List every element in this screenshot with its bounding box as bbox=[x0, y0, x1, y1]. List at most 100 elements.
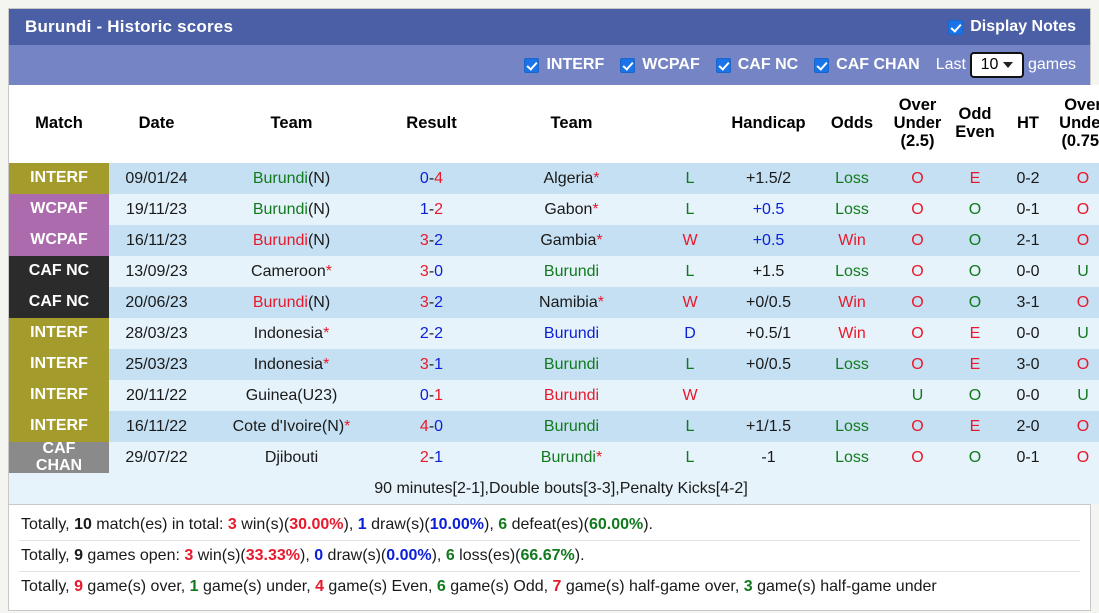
cell-home-team[interactable]: Cameroon* bbox=[204, 256, 379, 287]
cell-odd-even: E bbox=[947, 163, 1003, 194]
cell-home-team[interactable]: Burundi(N) bbox=[204, 194, 379, 225]
cell-home-team[interactable]: Guinea(U23) bbox=[204, 380, 379, 411]
competition-badge: CAF NC bbox=[9, 287, 109, 318]
label-draws: draw(s)( bbox=[323, 547, 387, 564]
filter-caf-chan[interactable]: CAF CHAN bbox=[814, 56, 920, 74]
cell-over-under-25: O bbox=[888, 194, 947, 225]
table-row[interactable]: INTERF 25/03/23 Indonesia* 3-1 Burundi L +0/0.… bbox=[9, 349, 1099, 380]
cell-score: 4-0 bbox=[379, 411, 484, 442]
cell-odd-even: O bbox=[947, 194, 1003, 225]
table-row[interactable]: WCPAF 19/11/23 Burundi(N) 1-2 Gabon* L +0.5 Los… bbox=[9, 194, 1099, 225]
outcome-letter: L bbox=[685, 448, 695, 466]
filter-caf-chan-checkbox[interactable] bbox=[814, 57, 830, 73]
cell-odd-even: O bbox=[947, 442, 1003, 473]
odd-even-value: E bbox=[969, 417, 981, 435]
cell-home-team[interactable]: Burundi(N) bbox=[204, 163, 379, 194]
table-row[interactable]: INTERF 28/03/23 Indonesia* 2-2 Burundi D +0.5/… bbox=[9, 318, 1099, 349]
col-header-match[interactable]: Match bbox=[9, 85, 109, 163]
cell-away-team[interactable]: Burundi* bbox=[484, 442, 659, 473]
cell-home-team[interactable]: Burundi(N) bbox=[204, 287, 379, 318]
col-header-over-under-25[interactable]: Over Under (2.5) bbox=[888, 85, 947, 163]
cell-competition[interactable]: WCPAF bbox=[9, 194, 109, 225]
col-header-team-home[interactable]: Team bbox=[204, 85, 379, 163]
cell-handicap: +0.5 bbox=[721, 194, 816, 225]
col-header-date[interactable]: Date bbox=[109, 85, 204, 163]
score-away: 4 bbox=[434, 169, 444, 187]
cell-away-team[interactable]: Burundi bbox=[484, 256, 659, 287]
cell-away-team[interactable]: Burundi bbox=[484, 411, 659, 442]
table-row[interactable]: CAF NC 20/06/23 Burundi(N) 3-2 Namibia* W +0/0… bbox=[9, 287, 1099, 318]
home-team-star: * bbox=[344, 417, 351, 435]
cell-competition[interactable]: CAF CHAN bbox=[9, 440, 109, 473]
table-row[interactable]: INTERF 20/11/22 Guinea(U23) 0-1 Burundi W U O 0-… bbox=[9, 380, 1099, 411]
score-home: 2 bbox=[419, 448, 429, 466]
cell-competition[interactable]: CAF NC bbox=[9, 287, 109, 318]
cell-competition[interactable]: CAF NC bbox=[9, 256, 109, 287]
away-team-name: Gabon bbox=[544, 200, 593, 218]
home-team-suffix: (N) bbox=[307, 169, 331, 187]
competition-filter-bar: INTERF WCPAF CAF NC CAF CHAN Last 10 gam… bbox=[9, 45, 1090, 85]
label-wins: win(s)( bbox=[193, 547, 246, 564]
display-notes-toggle[interactable]: Display Notes bbox=[948, 18, 1076, 36]
handicap-value: +0.5 bbox=[752, 200, 785, 218]
open-losses-count: 6 bbox=[445, 547, 455, 564]
cell-home-team[interactable]: Cote d'Ivoire(N)* bbox=[204, 411, 379, 442]
cell-away-team[interactable]: Burundi bbox=[484, 380, 659, 411]
outcome-letter: L bbox=[685, 200, 695, 218]
over-under-075-value: U bbox=[1077, 324, 1089, 342]
table-row[interactable]: CAF NC 13/09/23 Cameroon* 3-0 Burundi L +1.5 Lo… bbox=[9, 256, 1099, 287]
cell-away-team[interactable]: Burundi bbox=[484, 318, 659, 349]
over-under-075-value: O bbox=[1076, 200, 1090, 218]
col-header-over-under-075[interactable]: Over Under (0.75) bbox=[1053, 85, 1099, 163]
col-header-odds[interactable]: Odds bbox=[816, 85, 888, 163]
cell-away-team[interactable]: Burundi bbox=[484, 349, 659, 380]
cell-home-team[interactable]: Indonesia* bbox=[204, 349, 379, 380]
table-row[interactable]: WCPAF 16/11/23 Burundi(N) 3-2 Gambia* W +0.5 Wi… bbox=[9, 225, 1099, 256]
filter-caf-nc-checkbox[interactable] bbox=[715, 57, 731, 73]
cell-outcome: L bbox=[659, 194, 721, 225]
filter-wcpaf-checkbox[interactable] bbox=[620, 57, 636, 73]
filter-interf[interactable]: INTERF bbox=[524, 56, 604, 74]
cell-score: 2-2 bbox=[379, 318, 484, 349]
last-games-select[interactable]: 10 bbox=[969, 52, 1024, 78]
cell-competition[interactable]: INTERF bbox=[9, 380, 109, 411]
cell-halftime: 3-0 bbox=[1003, 349, 1053, 380]
handicap-value: -1 bbox=[761, 448, 776, 466]
cell-competition[interactable]: INTERF bbox=[9, 318, 109, 349]
display-notes-checkbox[interactable] bbox=[948, 19, 964, 35]
outcome-letter: L bbox=[685, 417, 695, 435]
oe-line2: Even bbox=[955, 123, 995, 141]
away-team-name: Gambia bbox=[540, 231, 597, 249]
filter-wcpaf[interactable]: WCPAF bbox=[620, 56, 700, 74]
table-row[interactable]: INTERF 16/11/22 Cote d'Ivoire(N)* 4-0 Burund… bbox=[9, 411, 1099, 442]
filter-caf-nc[interactable]: CAF NC bbox=[715, 56, 798, 74]
col-header-team-away[interactable]: Team bbox=[484, 85, 659, 163]
col-header-odd-even[interactable]: Odd Even bbox=[947, 85, 1003, 163]
cell-competition[interactable]: INTERF bbox=[9, 349, 109, 380]
cell-competition[interactable]: INTERF bbox=[9, 163, 109, 194]
cell-home-team[interactable]: Indonesia* bbox=[204, 318, 379, 349]
away-team-name: Burundi bbox=[543, 386, 600, 404]
outcome-letter: D bbox=[684, 324, 696, 342]
table-row[interactable]: INTERF 09/01/24 Burundi(N) 0-4 Algeria* L +1.5… bbox=[9, 163, 1099, 194]
cell-home-team[interactable]: Djibouti bbox=[204, 442, 379, 473]
col-header-ht[interactable]: HT bbox=[1003, 85, 1053, 163]
cell-home-team[interactable]: Burundi(N) bbox=[204, 225, 379, 256]
home-team-star: * bbox=[323, 324, 330, 342]
outcome-letter: L bbox=[685, 262, 695, 280]
cell-away-team[interactable]: Gabon* bbox=[484, 194, 659, 225]
last-games-control: Last 10 games bbox=[936, 52, 1076, 78]
col-header-handicap[interactable]: Handicap bbox=[721, 85, 816, 163]
cell-away-team[interactable]: Algeria* bbox=[484, 163, 659, 194]
cell-score: 2-1 bbox=[379, 442, 484, 473]
cell-competition[interactable]: INTERF bbox=[9, 411, 109, 442]
cell-away-team[interactable]: Namibia* bbox=[484, 287, 659, 318]
cell-halftime: 0-0 bbox=[1003, 256, 1053, 287]
competition-badge: INTERF bbox=[9, 163, 109, 194]
cell-competition[interactable]: WCPAF bbox=[9, 225, 109, 256]
cell-away-team[interactable]: Gambia* bbox=[484, 225, 659, 256]
cell-date: 28/03/23 bbox=[109, 318, 204, 349]
table-row[interactable]: CAF CHAN 29/07/22 Djibouti 2-1 Burundi* L -1 Lo… bbox=[9, 440, 1099, 473]
col-header-result[interactable]: Result bbox=[379, 85, 484, 163]
filter-interf-checkbox[interactable] bbox=[524, 57, 540, 73]
